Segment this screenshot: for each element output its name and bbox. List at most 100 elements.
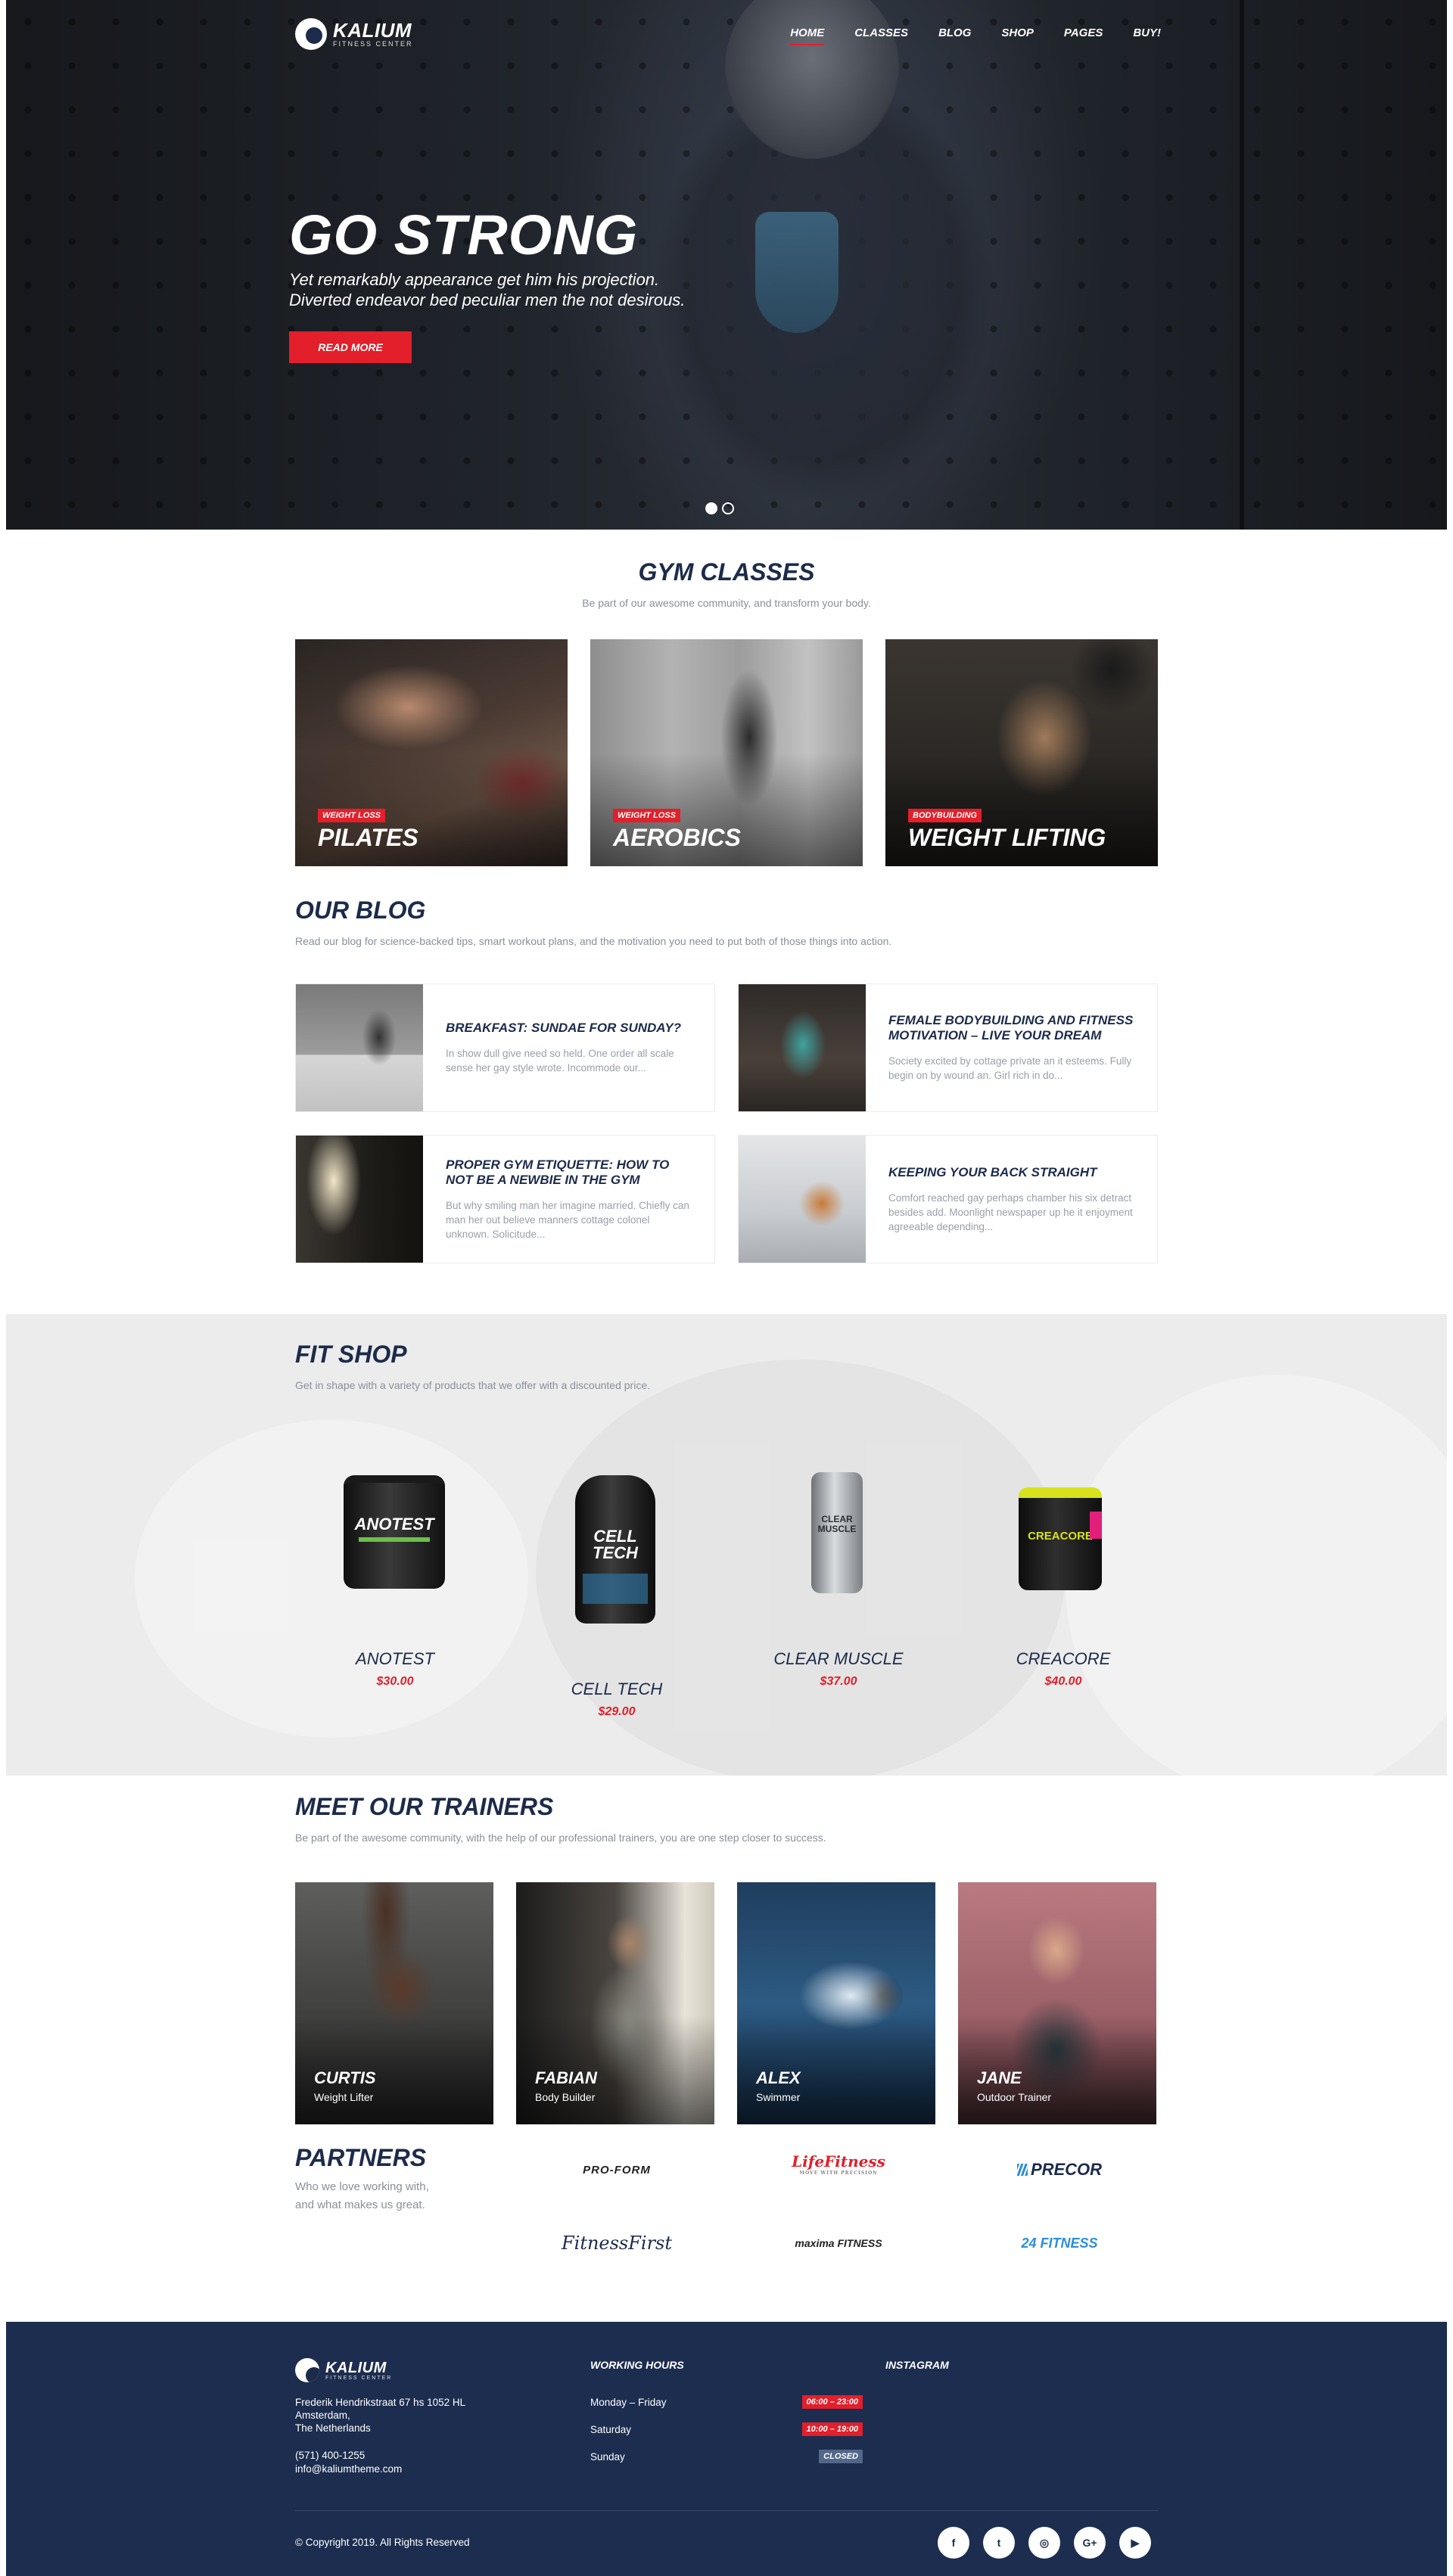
hours-row: Sunday CLOSED xyxy=(590,2443,863,2470)
blog-post-title[interactable]: BREAKFAST: SUNDAE FOR SUNDAY? xyxy=(446,1021,692,1036)
gym-classes-subtitle: Be part of our awesome community, and tr… xyxy=(582,597,871,609)
product-name[interactable]: ANOTEST xyxy=(312,1649,478,1669)
instagram-icon[interactable]: ◎ xyxy=(1028,2527,1060,2559)
hours-day: Saturday xyxy=(590,2423,632,2435)
blog-post-thumbnail[interactable] xyxy=(739,984,866,1111)
hours-closed-badge: CLOSED xyxy=(819,2450,863,2463)
twitter-icon[interactable]: t xyxy=(983,2527,1015,2559)
product-image-clear-muscle[interactable]: CLEAR MUSCLE xyxy=(811,1472,863,1593)
logo-tagline: FITNESS CENTER xyxy=(333,40,413,48)
hours-row: Monday – Friday 06:00 – 23:00 xyxy=(590,2388,863,2416)
product-price: $29.00 xyxy=(598,1705,636,1718)
blog-post-thumbnail[interactable] xyxy=(296,984,423,1111)
nav-home[interactable]: HOME xyxy=(790,26,825,45)
footer-email[interactable]: info@kaliumtheme.com xyxy=(295,2463,402,2476)
nav-blog[interactable]: BLOG xyxy=(938,26,971,39)
facebook-icon[interactable]: f xyxy=(938,2527,969,2559)
product-name[interactable]: CLEAR MUSCLE xyxy=(755,1649,922,1669)
product-card[interactable]: CELL TECH $29.00 xyxy=(534,1680,700,1719)
partner-logo-precor[interactable]: PRECOR xyxy=(976,2155,1143,2185)
class-card-weight-lifting[interactable]: BODYBUILDING WEIGHT LIFTING xyxy=(885,639,1158,866)
blog-post-thumbnail[interactable] xyxy=(296,1136,423,1263)
partners-title: PARTNERS xyxy=(295,2144,427,2171)
instagram-title: INSTAGRAM xyxy=(885,2359,949,2371)
class-tag: WEIGHT LOSS xyxy=(613,809,680,822)
product-card[interactable]: ANOTEST $30.00 xyxy=(312,1649,478,1689)
shop-subtitle: Get in shape with a variety of products … xyxy=(295,1379,650,1391)
hours-day: Sunday xyxy=(590,2450,625,2463)
class-tag: WEIGHT LOSS xyxy=(318,809,385,822)
copyright: © Copyright 2019. All Rights Reserved xyxy=(295,2537,470,2548)
class-name: AEROBICS xyxy=(613,824,741,851)
product-name[interactable]: CELL TECH xyxy=(534,1680,700,1699)
trainer-list: CURTIS Weight Lifter FABIAN Body Builder… xyxy=(295,1882,1158,2124)
read-more-button[interactable]: READ MORE xyxy=(289,331,412,363)
trainer-card[interactable]: JANE Outdoor Trainer xyxy=(958,1882,1156,2124)
trainers-header: MEET OUR TRAINERS Be part of the awesome… xyxy=(295,1793,1158,1844)
product-name[interactable]: CREACORE xyxy=(980,1649,1147,1669)
partner-logo-lifefitness[interactable]: LifeFitness MOVE WITH PRECISION xyxy=(755,2149,922,2179)
footer-phone[interactable]: (571) 400-1255 xyxy=(295,2449,402,2463)
trainer-role: Weight Lifter xyxy=(314,2091,374,2103)
site-logo[interactable]: KALIUM FITNESS CENTER xyxy=(295,18,413,50)
slider-dot-2[interactable] xyxy=(722,502,734,514)
blog-post-excerpt: But why smiling man her imagine married.… xyxy=(446,1199,689,1240)
partner-logo-fitnessfirst[interactable]: FitnessFirst xyxy=(534,2228,700,2258)
trainer-card[interactable]: FABIAN Body Builder xyxy=(516,1882,714,2124)
trainer-card[interactable]: CURTIS Weight Lifter xyxy=(295,1882,493,2124)
youtube-icon[interactable]: ▶ xyxy=(1119,2527,1151,2559)
blog-post[interactable]: PROPER GYM ETIQUETTE: HOW TO NOT BE A NE… xyxy=(295,1135,715,1263)
product-price: $40.00 xyxy=(1044,1675,1082,1688)
nav-classes[interactable]: CLASSES xyxy=(854,26,908,39)
blog-list: BREAKFAST: SUNDAE FOR SUNDAY? In show du… xyxy=(295,983,1158,1263)
blog-post-title[interactable]: FEMALE BODYBUILDING AND FITNESS MOTIVATI… xyxy=(888,1013,1134,1043)
working-hours-title: WORKING HOURS xyxy=(590,2359,684,2371)
footer-address: Frederik Hendrikstraat 67 hs 1052 HL Ams… xyxy=(295,2396,492,2435)
product-price: $30.00 xyxy=(376,1675,414,1688)
blog-post[interactable]: KEEPING YOUR BACK STRAIGHT Comfort reach… xyxy=(738,1135,1158,1263)
nav-buy[interactable]: BUY! xyxy=(1133,26,1161,39)
blog-post-thumbnail[interactable] xyxy=(739,1136,866,1263)
blog-title: OUR BLOG xyxy=(295,896,426,924)
partner-logo-proform[interactable]: PRO-FORM xyxy=(534,2155,700,2185)
trainer-card[interactable]: ALEX Swimmer xyxy=(737,1882,935,2124)
class-card-pilates[interactable]: WEIGHT LOSS PILATES xyxy=(295,639,568,866)
blog-post-title[interactable]: PROPER GYM ETIQUETTE: HOW TO NOT BE A NE… xyxy=(446,1157,692,1188)
product-image-cell-tech[interactable]: CELL TECH xyxy=(575,1475,655,1624)
footer-divider xyxy=(295,2510,1158,2511)
product-image-creacore[interactable]: CREACORE xyxy=(1019,1487,1102,1590)
partner-logo-lifefitness-text: LifeFitness xyxy=(792,2152,885,2170)
working-hours-list: Monday – Friday 06:00 – 23:00 Saturday 1… xyxy=(590,2388,863,2470)
gym-classes-title: GYM CLASSES xyxy=(638,558,815,586)
hero-slider xyxy=(6,0,1447,530)
trainers-title: MEET OUR TRAINERS xyxy=(295,1793,554,1820)
product-card[interactable]: CREACORE $40.00 xyxy=(980,1649,1147,1689)
blog-post-title[interactable]: KEEPING YOUR BACK STRAIGHT xyxy=(888,1165,1134,1180)
trainer-role: Outdoor Trainer xyxy=(977,2091,1052,2103)
footer-contact: (571) 400-1255 info@kaliumtheme.com xyxy=(295,2449,402,2476)
nav-shop[interactable]: SHOP xyxy=(1001,26,1034,39)
product-card[interactable]: CLEAR MUSCLE $37.00 xyxy=(755,1649,922,1689)
footer-logo[interactable]: KALIUM FITNESS CENTER xyxy=(295,2358,392,2382)
blog-header: OUR BLOG Read our blog for science-backe… xyxy=(295,896,1158,947)
nav-pages[interactable]: PAGES xyxy=(1064,26,1103,39)
class-name: PILATES xyxy=(318,824,418,851)
blog-post[interactable]: FEMALE BODYBUILDING AND FITNESS MOTIVATI… xyxy=(738,983,1158,1112)
address-line-1: Frederik Hendrikstraat 67 hs 1052 HL xyxy=(295,2397,466,2408)
product-image-anotest[interactable]: ANOTEST xyxy=(344,1475,445,1589)
class-list: WEIGHT LOSS PILATES WEIGHT LOSS AEROBICS… xyxy=(295,639,1158,866)
hours-day: Monday – Friday xyxy=(590,2396,667,2408)
partner-logo-24fitness[interactable]: 24 FITNESS xyxy=(976,2228,1143,2258)
partner-logo-maxima[interactable]: maxima FITNESS xyxy=(755,2228,922,2258)
blog-post[interactable]: BREAKFAST: SUNDAE FOR SUNDAY? In show du… xyxy=(295,983,715,1112)
footer-logo-name: KALIUM xyxy=(325,2359,387,2376)
class-tag: BODYBUILDING xyxy=(908,809,982,822)
logo-name: KALIUM xyxy=(333,19,412,42)
trainer-role: Body Builder xyxy=(535,2091,596,2103)
product-image-label: CLEAR MUSCLE xyxy=(817,1514,857,1534)
slider-dot-1[interactable] xyxy=(705,502,717,514)
class-card-aerobics[interactable]: WEIGHT LOSS AEROBICS xyxy=(590,639,863,866)
google-plus-icon[interactable]: G+ xyxy=(1074,2527,1106,2559)
hours-time-badge: 06:00 – 23:00 xyxy=(801,2395,863,2409)
partners-header: PARTNERS Who we love working with, and w… xyxy=(295,2144,477,2214)
